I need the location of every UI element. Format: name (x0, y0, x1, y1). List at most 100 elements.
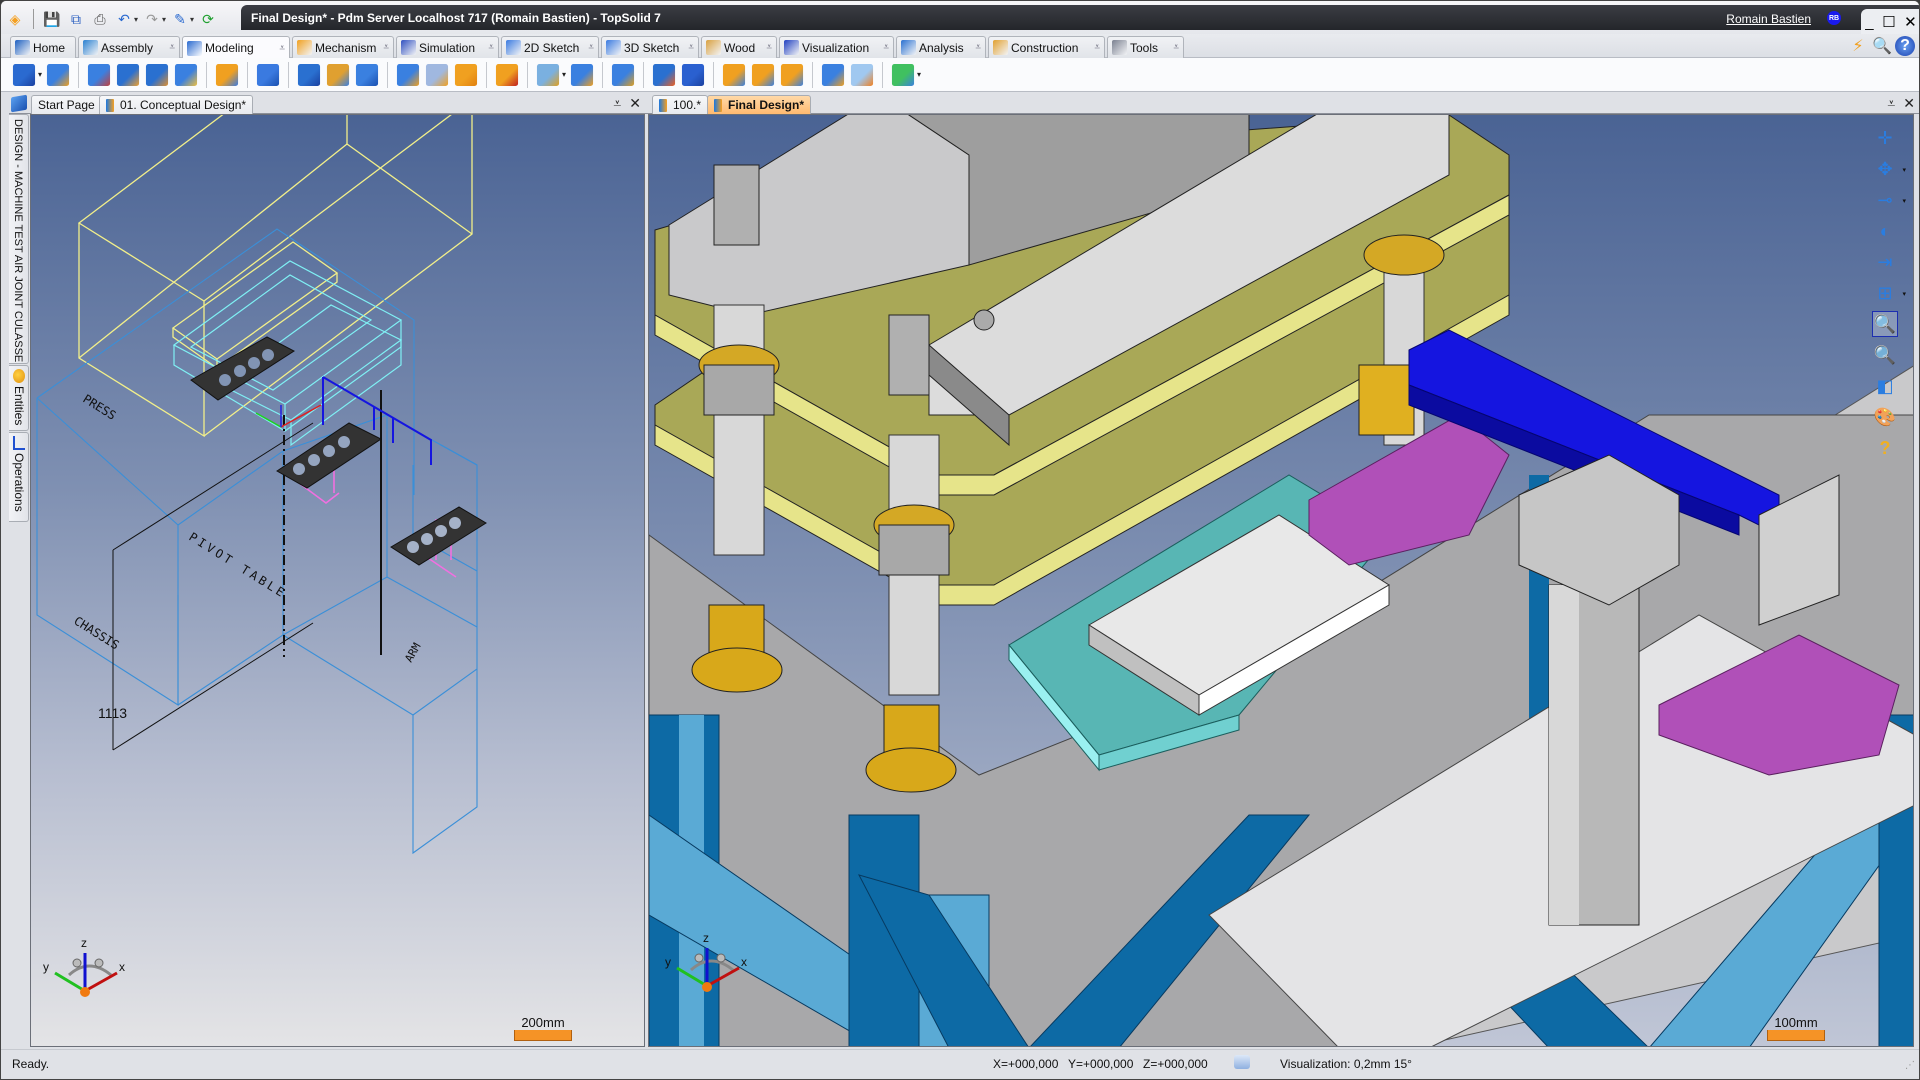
fillet-icon[interactable] (722, 63, 746, 86)
save-icon[interactable]: 💾 (42, 9, 62, 29)
layer-help-icon[interactable]: ? (1872, 435, 1898, 461)
shell-icon[interactable] (174, 63, 198, 86)
spring-icon[interactable] (536, 63, 560, 86)
fastener-icon[interactable] (570, 63, 594, 86)
tab-menu-icon[interactable]: ⩡ (383, 42, 389, 53)
tab-menu-icon[interactable]: ⩡ (279, 43, 285, 54)
viewports-icon[interactable]: ⊞ ▾ (1872, 280, 1906, 306)
undo-dropdown-icon[interactable]: ▾ (134, 15, 138, 24)
solid-icon[interactable] (652, 63, 676, 86)
tab-menu-icon[interactable]: ⩡ (1094, 42, 1100, 53)
cut-icon[interactable] (850, 63, 874, 86)
view-axis-triad[interactable]: z y x (39, 935, 129, 1005)
redo-icon[interactable]: ↷ (142, 9, 162, 29)
help-icon[interactable]: ? (1895, 36, 1915, 56)
tab-menu-icon[interactable]: ⩡ (766, 42, 772, 53)
side-tab-entities[interactable]: Entities (9, 365, 29, 431)
camera-dropdown-icon[interactable]: ▾ (1902, 197, 1906, 205)
tab-menu-icon[interactable]: ⩡ (1173, 42, 1179, 53)
viewports-dropdown-icon[interactable]: ▾ (1902, 290, 1906, 298)
layers-icon[interactable] (256, 63, 280, 86)
draft-icon[interactable] (780, 63, 804, 86)
view-axis-triad[interactable]: z y x (661, 930, 751, 1000)
chamfer-icon[interactable] (751, 63, 775, 86)
tab-visualization[interactable]: Visualization ⩡ (779, 36, 894, 58)
save-all-icon[interactable]: ⧉ (66, 9, 86, 29)
view-cube-icon[interactable]: ◧ (1872, 373, 1898, 399)
app-logo-icon[interactable]: ◈ (5, 9, 25, 29)
pen-dropdown-icon[interactable]: ▾ (190, 15, 194, 24)
tab-100[interactable]: 100.* (652, 95, 709, 114)
zoom-window-icon[interactable]: 🔍 (1872, 311, 1898, 337)
side-tab-design-tree[interactable]: DESIGN - MACHINE TEST AIR JOINT CULASSE (9, 114, 29, 364)
panel-close-icon[interactable]: ✕ (1903, 95, 1915, 112)
tab-tools[interactable]: Tools ⩡ (1107, 36, 1184, 58)
sketch-part-dropdown-icon[interactable]: ▾ (38, 70, 42, 79)
extrude-profile-icon[interactable] (87, 63, 111, 86)
panel-close-icon[interactable]: ✕ (629, 95, 641, 112)
side-tab-operations[interactable]: Operations (9, 432, 29, 522)
tab-3d-sketch[interactable]: 3D Sketch ⩡ (601, 36, 699, 58)
edit-sketch-icon[interactable] (46, 63, 70, 86)
panel-menu-icon[interactable]: ⩡ (1887, 95, 1895, 112)
revolve-icon[interactable] (145, 63, 169, 86)
print-icon[interactable]: ⎙ (90, 9, 110, 29)
sketch-part-icon[interactable] (12, 63, 36, 86)
light-icon[interactable]: ◐ (1872, 218, 1898, 244)
tab-2d-sketch[interactable]: 2D Sketch ⩡ (501, 36, 599, 58)
stack-icon[interactable] (821, 63, 845, 86)
conceptual-design-viewport[interactable]: 1113 PRESS PIVOT TABLE CHASSIS ARM z y x… (30, 114, 645, 1047)
tab-construction[interactable]: Construction ⩡ (988, 36, 1105, 58)
boolean-icon[interactable] (396, 63, 420, 86)
layers-icon[interactable] (1234, 1055, 1250, 1069)
sweep-icon[interactable] (215, 63, 239, 86)
search-icon[interactable]: 🔍 (1871, 36, 1893, 56)
tab-analysis[interactable]: Analysis ⩡ (896, 36, 986, 58)
visualization-precision[interactable]: Visualization: 0,2mm 15° (1280, 1057, 1412, 1071)
camera-icon[interactable]: ⊸ ▾ (1872, 187, 1906, 213)
redo-dropdown-icon[interactable]: ▾ (162, 15, 166, 24)
extrude-icon[interactable] (116, 63, 140, 86)
minimize-button[interactable]: _ (1865, 14, 1873, 31)
tab-menu-icon[interactable]: ⩡ (883, 42, 889, 53)
tab-conceptual-design[interactable]: 01. Conceptual Design* (99, 95, 254, 114)
zoom-icon[interactable]: 🔍 (1872, 342, 1898, 368)
tab-modeling[interactable]: Modeling ⩡ (182, 36, 290, 59)
user-name-link[interactable]: Romain Bastien (1726, 12, 1811, 26)
rotate-icon[interactable]: ✥ ▾ (1872, 156, 1906, 182)
tab-wood[interactable]: Wood ⩡ (701, 36, 777, 58)
palette-icon[interactable]: 🎨 (1872, 404, 1898, 430)
tab-mechanism[interactable]: Mechanism ⩡ (292, 36, 394, 58)
undo-icon[interactable]: ↶ (114, 9, 134, 29)
tab-menu-icon[interactable]: ⩡ (488, 42, 494, 53)
text-solid-icon[interactable] (681, 63, 705, 86)
pipe-icon[interactable] (454, 63, 478, 86)
section-lock-icon[interactable]: ⇥ (1872, 249, 1898, 275)
rotate-dropdown-icon[interactable]: ▾ (1902, 166, 1906, 174)
box-icon[interactable] (297, 63, 321, 86)
repeat-icon[interactable] (355, 63, 379, 86)
maximize-button[interactable]: ☐ (1882, 13, 1895, 31)
tab-final-design[interactable]: Final Design* (707, 95, 812, 114)
refresh-icon[interactable]: ⟳ (198, 9, 218, 29)
tab-home[interactable]: Home (10, 36, 76, 58)
intersect-icon[interactable] (425, 63, 449, 86)
tab-assembly[interactable]: Assembly ⩡ (78, 36, 180, 58)
inspect-icon[interactable] (891, 63, 915, 86)
array-icon[interactable] (495, 63, 519, 86)
final-design-viewport[interactable]: z y x 100mm ✛ ✥ ▾ ⊸ ▾ ◐ ⇥ ⊞ ▾ 🔍 🔍 ◧ 🎨? (648, 114, 1914, 1047)
pan-icon[interactable]: ✛ (1872, 125, 1898, 151)
pen-icon[interactable]: ✎ (170, 9, 190, 29)
resize-grip-icon[interactable]: ⋰ (1905, 1060, 1915, 1071)
tab-menu-icon[interactable]: ⩡ (975, 42, 981, 53)
pattern-icon[interactable] (326, 63, 350, 86)
connect-icon[interactable]: ⚡ (1847, 36, 1869, 56)
tab-menu-icon[interactable]: ⩡ (688, 42, 694, 53)
tab-menu-icon[interactable]: ⩡ (588, 42, 594, 53)
tab-simulation[interactable]: Simulation ⩡ (396, 36, 499, 58)
spring-dropdown-icon[interactable]: ▾ (562, 70, 566, 79)
tab-menu-icon[interactable]: ⩡ (169, 42, 175, 53)
close-button[interactable]: ✕ (1904, 13, 1917, 31)
inspect-dropdown-icon[interactable]: ▾ (917, 70, 921, 79)
user-avatar[interactable]: RB (1827, 11, 1841, 25)
